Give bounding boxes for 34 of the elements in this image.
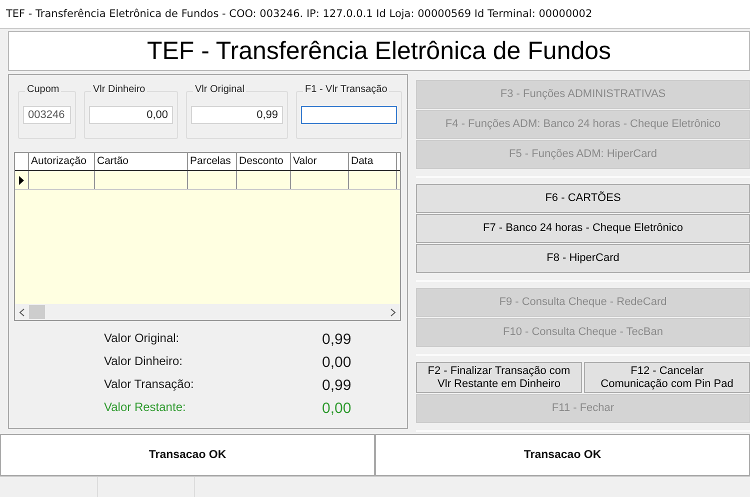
summary-label: Valor Original: bbox=[104, 331, 180, 347]
function-button[interactable]: F6 - CARTÕES bbox=[416, 184, 750, 213]
horizontal-scrollbar[interactable] bbox=[15, 304, 400, 320]
summary-value: 0,00 bbox=[322, 354, 352, 371]
summary-value: 0,99 bbox=[322, 331, 352, 348]
field-label: Cupom bbox=[25, 84, 62, 95]
input-field[interactable]: 0,99 bbox=[191, 106, 283, 124]
summary-value: 0,00 bbox=[322, 400, 352, 417]
summary-label: Valor Dinheiro: bbox=[104, 354, 184, 370]
column-header[interactable]: Autorização bbox=[29, 153, 95, 170]
summary-label: Valor Restante: bbox=[104, 400, 187, 416]
header-title: TEF - Transferência Eletrônica de Fundos bbox=[146, 36, 612, 66]
input-field[interactable] bbox=[301, 106, 397, 124]
column-header[interactable]: Parcelas bbox=[188, 153, 237, 170]
field-label: Vlr Dinheiro bbox=[91, 84, 148, 95]
function-button[interactable]: F8 - HiperCard bbox=[416, 244, 750, 273]
column-header[interactable]: Cartão bbox=[95, 153, 188, 170]
action-button[interactable]: F12 - Cancelar Comunicação com Pin Pad bbox=[584, 362, 750, 393]
action-button[interactable]: F2 - Finalizar Transação com Vlr Restante em Dinheiro bbox=[416, 362, 582, 393]
field-label: F1 - Vlr Transação bbox=[303, 84, 390, 95]
summary-label: Valor Transação: bbox=[104, 377, 195, 393]
status-message: Transacao OK bbox=[0, 434, 375, 476]
scroll-right-icon[interactable] bbox=[390, 308, 396, 316]
column-header[interactable]: Data bbox=[349, 153, 397, 170]
window-title: TEF - Transferência Eletrônica de Fundos - COO: 003246. IP: 127.0.0.1 Id Loja: 00000569 Id Terminal: 00000002 bbox=[6, 8, 592, 20]
scroll-thumb[interactable] bbox=[29, 305, 45, 319]
summary-value: 0,99 bbox=[322, 377, 352, 394]
status-message: Transacao OK bbox=[375, 434, 750, 476]
input-field[interactable]: 0,00 bbox=[89, 106, 173, 124]
column-header[interactable]: Desconto bbox=[237, 153, 291, 170]
scroll-left-icon[interactable] bbox=[19, 308, 25, 316]
field-label: Vlr Original bbox=[193, 84, 246, 95]
function-button[interactable]: F7 - Banco 24 horas - Cheque Eletrônico bbox=[416, 214, 750, 243]
column-header[interactable]: Valor bbox=[291, 153, 349, 170]
